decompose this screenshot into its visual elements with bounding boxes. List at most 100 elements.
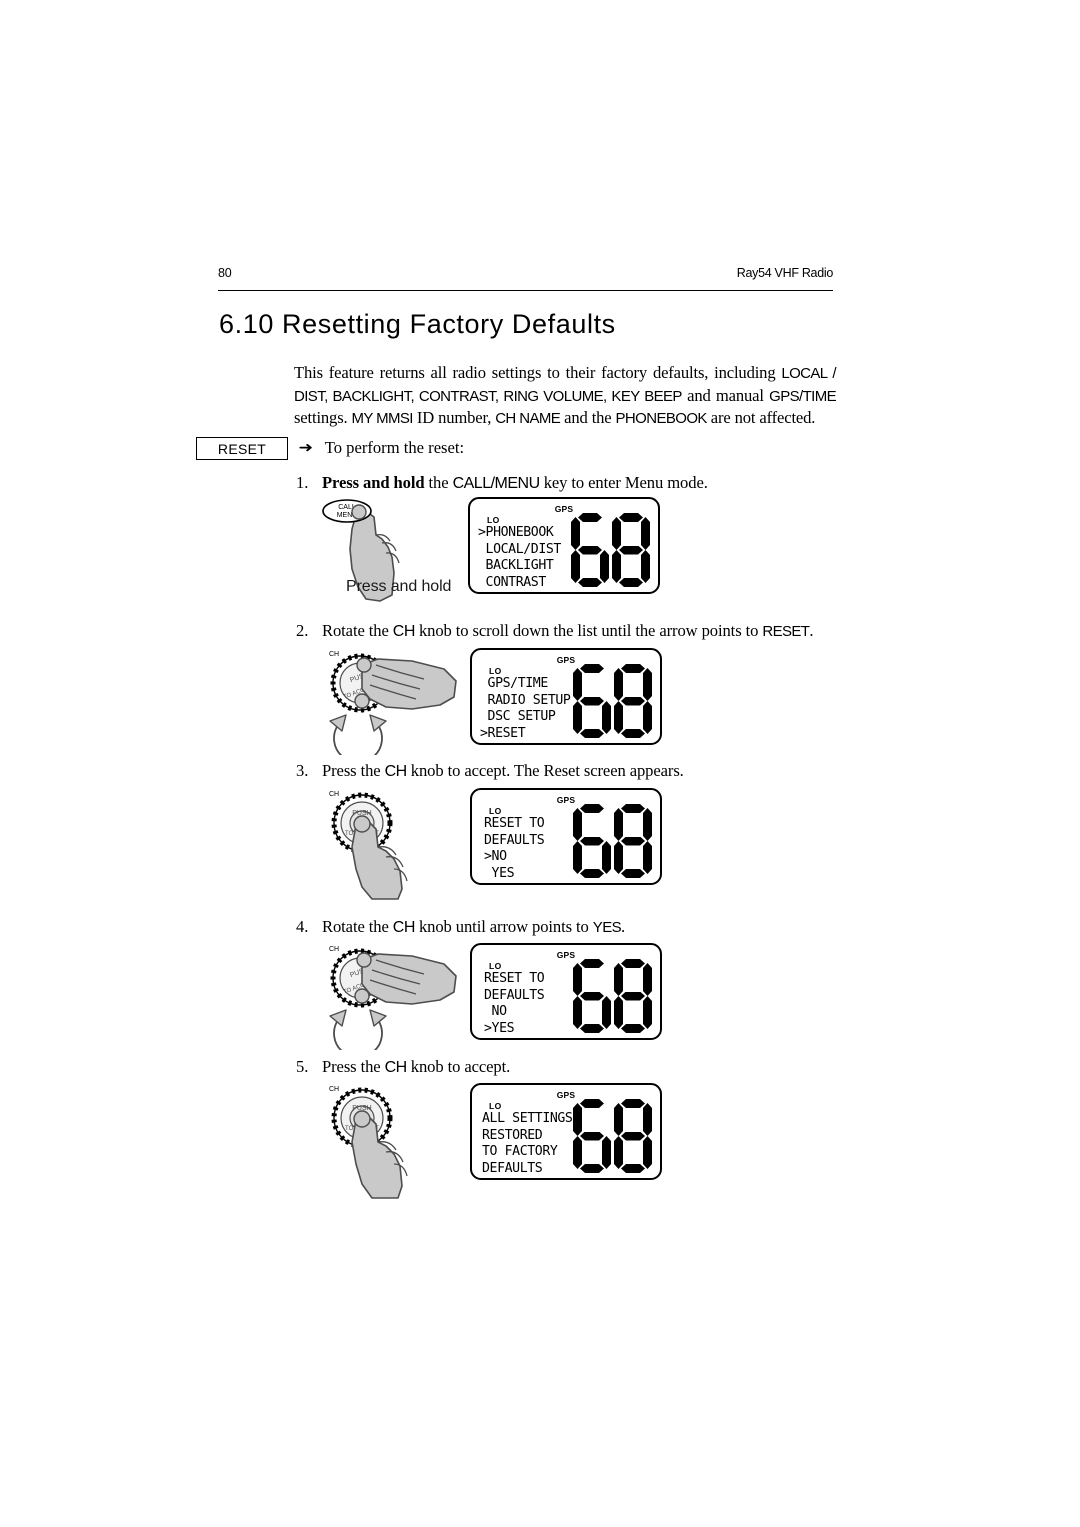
segment-b (600, 517, 609, 550)
rotate-arrow-icon (329, 714, 387, 755)
press-and-hold-label: Press and hold (346, 578, 452, 595)
step-1-text: Press and hold the CALL/MENU key to ente… (322, 473, 708, 493)
intro-text-3: settings. (294, 408, 352, 427)
segment-g (580, 697, 604, 706)
segment-f (573, 668, 582, 701)
segment-d (621, 729, 645, 738)
lcd-display-step-5: GPS LO ALL SETTINGS RESTORED TO FACTORY DEF… (470, 1083, 662, 1180)
lcd-line-2: >NO (484, 849, 507, 865)
step-1-mid: the (424, 473, 453, 492)
lcd-line-2: TO FACTORY (482, 1144, 558, 1160)
segment-c (600, 550, 609, 583)
segment-e (573, 701, 582, 734)
step-3-text: Press the CH knob to accept. The Reset s… (322, 761, 684, 781)
lcd-display-step-2: GPS LO GPS/TIME RADIO SETUP DSC SETUP >RE… (470, 648, 662, 745)
lcd-line-3: >RESET (480, 725, 526, 741)
lcd-menu-lines: RESET TO DEFAULTS NO >YES (484, 971, 545, 1037)
header-divider (218, 290, 833, 291)
step-5-number: 5. (296, 1057, 309, 1076)
segment-d (619, 578, 643, 587)
lcd-line-2: DSC SETUP (480, 709, 556, 725)
lcd-line-0: >PHONEBOOK (478, 525, 554, 540)
seven-segment-digit (573, 959, 611, 1033)
segment-e (614, 996, 623, 1029)
segment-g (619, 546, 643, 555)
page-title: 6.10 Resetting Factory Defaults (219, 309, 616, 339)
margin-badge-reset: RESET (196, 437, 288, 460)
intro-caps-5: PHONEBOOK (615, 410, 708, 427)
lcd-lo-indicator: LO (487, 515, 500, 525)
lcd-display-step-3: GPS LO RESET TO DEFAULTS >NO YES (470, 788, 662, 885)
segment-c (602, 701, 611, 734)
segment-g (578, 546, 602, 555)
seven-segment-digit (573, 804, 611, 878)
step-1-number: 1. (296, 473, 309, 492)
segment-f (614, 668, 623, 701)
step-1-bold: Press and hold (322, 473, 425, 492)
lcd-line-3: CONTRAST (478, 574, 547, 590)
lcd-line-3: YES (484, 865, 515, 881)
ch-knob-label: CH (329, 791, 339, 798)
intro-text-1: This feature returns all radio settings … (294, 363, 782, 382)
segment-e (573, 841, 582, 874)
segment-e (573, 1136, 582, 1169)
bullet-arrow-icon: ➜ (298, 440, 314, 456)
step-2-caps: CH (392, 623, 416, 640)
seven-segment-digit (614, 1099, 652, 1173)
seven-segment-digit (614, 664, 652, 738)
segment-b (641, 517, 650, 550)
step-5-caps: CH (384, 1059, 408, 1076)
step-3-caps: CH (384, 763, 408, 780)
segment-c (602, 996, 611, 1029)
lcd-line-0: RESET TO (484, 971, 545, 986)
segment-e (573, 996, 582, 1029)
lcd-lo-indicator: LO (489, 1101, 502, 1111)
segment-e (614, 1136, 623, 1169)
segment-f (612, 517, 621, 550)
ch-knob-rotate-illustration-step-2: CH PUSH TO ACCEPT (329, 651, 457, 755)
ch-knob-press-illustration-step-5: CH PUSH TO ACCEPT (329, 1086, 408, 1199)
step-5-text: Press the CH knob to accept. (322, 1057, 510, 1077)
ch-knob-press-illustration-step-3: CH PUSH TO ACCEPT (329, 791, 408, 900)
segment-b (602, 808, 611, 841)
segment-b (643, 963, 652, 996)
step-4-tail-end: . (621, 917, 626, 936)
segment-a (619, 513, 643, 522)
lcd-line-1: DEFAULTS (484, 987, 545, 1003)
lcd-line-0: ALL SETTINGS (482, 1111, 573, 1126)
segment-c (643, 841, 652, 874)
segment-e (614, 701, 623, 734)
segment-g (621, 837, 645, 846)
step-4-caps: CH (392, 919, 416, 936)
step-2-caps-end: RESET (762, 623, 810, 640)
segment-b (602, 1103, 611, 1136)
seven-segment-digit (573, 664, 611, 738)
segment-a (621, 664, 645, 673)
segment-f (573, 963, 582, 996)
lcd-line-0: GPS/TIME (480, 676, 549, 691)
lcd-display-step-4: GPS LO RESET TO DEFAULTS NO >YES (470, 943, 662, 1040)
intro-caps-3: MY MMSI (351, 410, 414, 427)
segment-a (580, 804, 604, 813)
segment-f (614, 963, 623, 996)
segment-c (643, 996, 652, 1029)
step-4-caps-end: YES (592, 919, 622, 936)
intro-caps-4: CH NAME (495, 410, 561, 427)
step-2-mid: Rotate the (322, 621, 393, 640)
segment-c (641, 550, 650, 583)
segment-b (643, 808, 652, 841)
segment-d (580, 869, 604, 878)
intro-text-4: ID number, (412, 408, 496, 427)
seven-segment-digit (612, 513, 650, 587)
segment-f (614, 1103, 623, 1136)
segment-d (578, 578, 602, 587)
page-number: 80 (218, 266, 232, 280)
step-4-mid: Rotate the (322, 917, 393, 936)
segment-b (643, 1103, 652, 1136)
segment-a (578, 513, 602, 522)
segment-d (621, 1164, 645, 1173)
intro-paragraph: This feature returns all radio settings … (294, 362, 837, 430)
segment-c (643, 701, 652, 734)
segment-a (580, 1099, 604, 1108)
segment-d (580, 1024, 604, 1033)
